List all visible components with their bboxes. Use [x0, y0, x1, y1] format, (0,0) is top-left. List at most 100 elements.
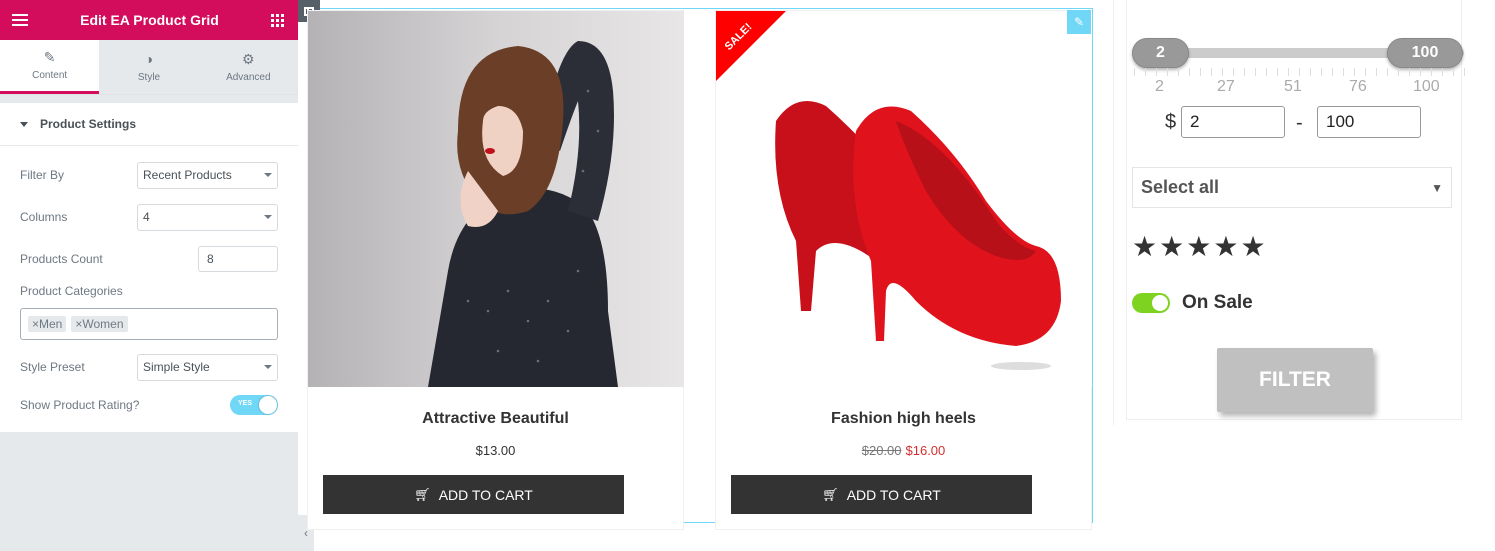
panel-tabs: ✎ Content ◑ Style ⚙ Advanced [0, 40, 298, 95]
slider-tick [1244, 68, 1245, 76]
max-price-input[interactable] [1317, 106, 1421, 138]
widgets-grid-icon[interactable] [271, 13, 284, 27]
product-price: $13.00 [308, 443, 683, 458]
slider-tick [1299, 68, 1300, 76]
control-columns: Columns 4 [20, 196, 278, 238]
slider-tick [1387, 68, 1388, 76]
slider-tick [1211, 68, 1212, 76]
product-image-heels[interactable]: SALE! [716, 11, 1092, 387]
min-price-input[interactable] [1181, 106, 1285, 138]
slider-tick [1365, 68, 1366, 76]
columns-select[interactable]: 4 [137, 203, 278, 231]
control-products-count: Products Count [20, 238, 278, 280]
menu-icon[interactable] [12, 14, 28, 26]
slider-min-value: 2 [1156, 44, 1165, 61]
slider-tick [1376, 68, 1377, 76]
slider-tick [1442, 68, 1443, 76]
add-to-cart-button[interactable]: 🛒︎ ADD TO CART [731, 475, 1032, 514]
tab-content-label: Content [32, 70, 68, 81]
star-icon[interactable]: ★ [1132, 232, 1157, 262]
product-price: $20.00 $16.00 [716, 443, 1091, 458]
toggle-knob [259, 396, 277, 414]
filter-button-label: FILTER [1259, 368, 1331, 391]
style-preset-label: Style Preset [20, 360, 85, 374]
section-product-settings[interactable]: Product Settings [0, 102, 298, 146]
price-slider-min-handle[interactable]: 2 [1132, 38, 1189, 68]
product-name[interactable]: Fashion high heels [716, 410, 1091, 428]
slider-tick [1255, 68, 1256, 76]
tab-style-label: Style [137, 71, 161, 83]
sale-badge: SALE! [716, 11, 786, 81]
slider-tick [1200, 68, 1201, 76]
tick-label: 27 [1217, 78, 1235, 95]
cart-icon: 🛒︎ [414, 486, 431, 502]
on-sale-label: On Sale [1182, 292, 1253, 313]
categories-label: Product Categories [20, 284, 123, 298]
price-old: $20.00 [861, 443, 902, 458]
show-rating-toggle[interactable]: YES [230, 395, 278, 415]
slider-tick [1156, 68, 1157, 76]
rating-filter: ★ ★ ★ ★ ★ [1132, 232, 1266, 262]
slider-tick [1321, 68, 1322, 76]
products-count-input[interactable] [198, 246, 278, 272]
star-icon[interactable]: ★ [1186, 232, 1211, 262]
slider-max-value: 100 [1411, 44, 1439, 61]
tick-label: 100 [1413, 78, 1440, 95]
filter-button[interactable]: FILTER [1217, 348, 1373, 412]
category-select-value: Select all [1141, 177, 1220, 197]
star-icon[interactable]: ★ [1213, 232, 1238, 262]
pencil-icon: ✎ [43, 49, 56, 65]
filter-by-select[interactable]: Recent Products [137, 161, 278, 189]
slider-tick [1178, 68, 1179, 76]
star-icon[interactable]: ★ [1240, 232, 1265, 262]
add-to-cart-label: ADD TO CART [438, 486, 533, 503]
tab-style[interactable]: ◑ Style [99, 40, 199, 94]
contrast-icon: ◑ [144, 50, 154, 67]
product-image-woman[interactable] [308, 11, 684, 387]
chevron-down-icon [264, 215, 272, 219]
chevron-down-icon [264, 365, 272, 369]
product-card: Attractive Beautiful $13.00 🛒︎ ADD TO CA… [307, 10, 684, 530]
on-sale-toggle[interactable] [1132, 293, 1170, 313]
show-rating-label: Show Product Rating? [20, 398, 140, 412]
slider-tick [1233, 68, 1234, 76]
price-current: $13.00 [475, 443, 516, 458]
range-separator: - [1296, 112, 1303, 134]
editor-panel: Edit EA Product Grid ✎ Content ◑ Style ⚙… [0, 0, 298, 551]
style-preset-select[interactable]: Simple Style [137, 353, 278, 381]
slider-tick [1431, 68, 1432, 76]
slider-tick [1398, 68, 1399, 76]
product-name[interactable]: Attractive Beautiful [308, 410, 683, 428]
slider-tick [1145, 68, 1146, 76]
slider-tick [1453, 68, 1454, 76]
slider-tick [1343, 68, 1344, 76]
slider-tick [1288, 68, 1289, 76]
star-icon[interactable]: ★ [1159, 232, 1184, 262]
price-slider-max-handle[interactable]: 100 [1387, 38, 1463, 68]
slider-tick [1167, 68, 1168, 76]
slider-tick [1277, 68, 1278, 76]
control-filter-by: Filter By Recent Products [20, 154, 278, 196]
panel-title: Edit EA Product Grid [80, 12, 219, 28]
panel-header: Edit EA Product Grid [0, 0, 298, 40]
add-to-cart-button[interactable]: 🛒︎ ADD TO CART [323, 475, 624, 514]
chevron-down-icon [264, 173, 272, 177]
category-tag-men[interactable]: ×Men [28, 316, 67, 332]
categories-input[interactable]: ×Men ×Women [20, 308, 278, 340]
category-tag-women[interactable]: ×Women [71, 316, 128, 332]
slider-tick [1189, 68, 1190, 76]
filter-sidebar: 2 100 2 27 51 76 100 $ - Select all ▼ ★ … [1113, 0, 1495, 425]
caret-down-icon [20, 121, 28, 127]
tab-content[interactable]: ✎ Content [0, 40, 100, 94]
tick-label: 51 [1284, 78, 1302, 95]
slider-tick [1222, 68, 1223, 76]
price-sale: $16.00 [905, 443, 946, 458]
edit-widget-icon[interactable]: ✎ [1067, 10, 1091, 34]
slider-tick-labels: 2 27 51 76 100 [1114, 78, 1495, 98]
tab-advanced[interactable]: ⚙ Advanced [198, 40, 298, 94]
category-select[interactable]: Select all ▼ [1132, 167, 1452, 208]
toggle-yes-text: YES [238, 400, 253, 407]
filter-by-value: Recent Products [143, 168, 232, 182]
slider-tick [1310, 68, 1311, 76]
woman-photo [308, 11, 684, 387]
